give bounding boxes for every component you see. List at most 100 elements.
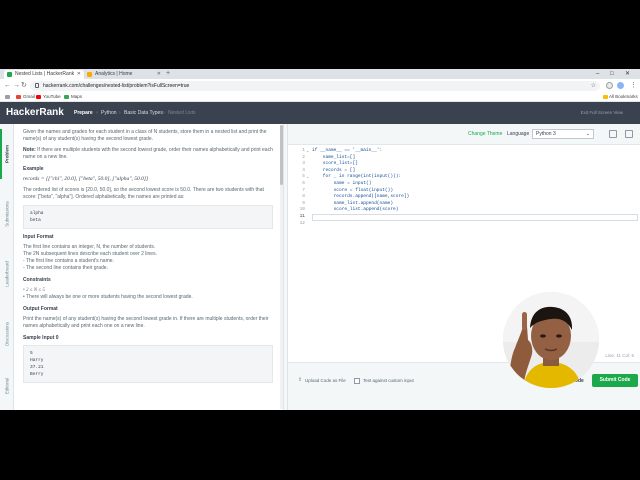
tab-title: Nested Lists | HackerRank xyxy=(15,71,75,77)
code-line[interactable]: if __name__ == '__main__': xyxy=(312,148,382,155)
custom-input-checkbox[interactable] xyxy=(354,378,360,384)
line-number: 10 xyxy=(299,207,305,213)
language-select[interactable]: Python 3 ⌄ xyxy=(532,129,594,139)
rail-tab-editorial[interactable]: Editorial xyxy=(0,356,14,410)
note-text: If there are multiple students with the … xyxy=(23,147,273,160)
fullscreen-icon[interactable] xyxy=(625,130,633,138)
rail-tab-leaderboard[interactable]: Leaderboard xyxy=(0,244,14,304)
code-line: Harry xyxy=(30,358,44,363)
example-heading: Example xyxy=(23,166,44,172)
upload-code-button[interactable]: Upload Code as File xyxy=(298,377,346,383)
code-line: 37.21 xyxy=(30,365,44,370)
bookmarks-bar: Gmail YouTube Maps All Bookmarks xyxy=(0,93,640,102)
folder-icon xyxy=(603,95,608,99)
breadcrumb-basic-data-types[interactable]: Basic Data Types xyxy=(124,102,163,124)
breadcrumb-separator-icon: › xyxy=(163,110,165,116)
hackerrank-logo[interactable]: HackerRank xyxy=(6,107,64,118)
sample-input-block: 5 Harry 37.21 Berry xyxy=(23,345,273,383)
breadcrumb-python[interactable]: Python xyxy=(101,102,117,124)
current-line-highlight xyxy=(312,214,638,221)
example-output-block: alpha beta xyxy=(23,205,273,229)
all-bookmarks-label: All Bookmarks xyxy=(609,94,638,99)
line-number: 6 xyxy=(302,181,305,186)
close-tab-icon[interactable]: ✕ xyxy=(157,70,161,79)
youtube-icon xyxy=(36,95,41,99)
rail-tab-label: Editorial xyxy=(4,377,10,395)
cursor-position-status: Line: 11 Col: 5 xyxy=(605,353,634,358)
constraint-item: • There will always be one or more stude… xyxy=(23,294,193,300)
exit-fullscreen-link[interactable]: Exit Full Screen View xyxy=(581,102,623,124)
all-bookmarks[interactable]: All Bookmarks xyxy=(603,93,638,101)
example-explanation: The ordered list of scores is [20.0, 50.… xyxy=(23,187,264,200)
rail-tab-label: Problem xyxy=(4,144,10,164)
bookmark-maps[interactable]: Maps xyxy=(64,93,82,101)
language-value: Python 3 xyxy=(536,131,556,137)
line-number: 11 xyxy=(299,214,305,219)
code-line[interactable]: records.append([name,score]) xyxy=(312,194,410,201)
bookmark-youtube[interactable]: YouTube xyxy=(36,93,61,101)
gmail-icon xyxy=(16,95,21,99)
maps-icon xyxy=(64,95,69,99)
change-theme-link[interactable]: Change Theme xyxy=(468,124,502,144)
hackerrank-header: HackerRank Prepare › Python › Basic Data… xyxy=(0,102,640,124)
line-number-gutter: 1 ⌄ 2 3 4 5 ⌄ 6 7 8 9 10 11 12 xyxy=(288,145,312,364)
maximize-icon[interactable]: □ xyxy=(610,69,614,79)
bookmark-star-icon[interactable]: ☆ xyxy=(591,81,596,91)
rail-tab-problem[interactable]: Problem xyxy=(0,124,14,184)
custom-input-label: Test against custom input xyxy=(363,378,414,383)
rail-tab-label: Discussions xyxy=(4,321,10,347)
constraint-text: There will always be one or more student… xyxy=(26,294,193,300)
menu-icon[interactable]: ⋮ xyxy=(630,81,637,91)
extensions-icon[interactable] xyxy=(606,82,613,89)
line-number: 8 xyxy=(302,194,305,200)
tab-analytics[interactable]: Analytics | Home ✕ xyxy=(84,70,164,79)
back-icon[interactable]: ← xyxy=(4,81,11,91)
code-line[interactable]: name = input() xyxy=(312,181,372,188)
rail-tab-discussions[interactable]: Discussions xyxy=(0,304,14,364)
forward-icon[interactable]: → xyxy=(13,81,20,91)
code-line[interactable]: score_list=[] xyxy=(312,161,358,168)
rail-tab-submissions[interactable]: Submissions xyxy=(0,184,14,244)
note-label: Note: xyxy=(23,147,36,153)
minimize-icon[interactable]: – xyxy=(596,69,599,79)
editor-settings-icon[interactable] xyxy=(609,130,617,138)
address-bar[interactable]: hackerrank.com/challenges/nested-list/pr… xyxy=(30,81,600,91)
line-number: 3 xyxy=(302,161,305,167)
code-line[interactable]: score_list.append(score) xyxy=(312,207,399,214)
problem-note: Note: If there are multiple students wit… xyxy=(23,147,273,161)
fold-chevron-icon[interactable]: ⌄ xyxy=(306,148,309,155)
input-format-line: The first line contains an integer, N, t… xyxy=(23,244,156,250)
constraint-item: • 2 ≤ N ≤ 5 xyxy=(23,288,45,293)
code-line[interactable]: for _ in range(int(input())): xyxy=(312,174,401,181)
problem-intro: Given the names and grades for each stud… xyxy=(23,129,267,142)
rail-tab-label: Leaderboard xyxy=(4,261,10,287)
constraints-heading: Constraints xyxy=(23,277,51,283)
lock-icon xyxy=(35,83,39,88)
breadcrumb-prepare[interactable]: Prepare xyxy=(74,102,93,124)
language-label: Language xyxy=(507,131,530,137)
bookmark-label: Gmail xyxy=(23,94,35,99)
screen: Nested Lists | HackerRank ✕ Analytics | … xyxy=(0,0,640,480)
new-tab-icon[interactable]: + xyxy=(166,69,170,79)
constraint-text: 2 ≤ N ≤ 5 xyxy=(26,288,45,293)
fold-chevron-icon[interactable]: ⌄ xyxy=(306,174,309,181)
code-line: beta xyxy=(30,218,41,223)
tab-nested-lists[interactable]: Nested Lists | HackerRank ✕ xyxy=(4,70,84,79)
input-format-heading: Input Format xyxy=(23,234,54,240)
analytics-favicon-icon xyxy=(87,72,92,77)
breadcrumb-nested-lists: Nested Lists xyxy=(168,110,196,116)
url-text: hackerrank.com/challenges/nested-list/pr… xyxy=(43,83,190,89)
close-window-icon[interactable]: ✕ xyxy=(625,69,630,79)
input-format-line: - The second line contains their grade. xyxy=(23,265,108,271)
close-tab-icon[interactable]: ✕ xyxy=(77,70,81,79)
submit-code-button[interactable]: Submit Code xyxy=(592,374,638,387)
presenter-webcam-image xyxy=(503,292,599,388)
webcam-overlay xyxy=(503,292,599,388)
bookmark-gmail[interactable]: Gmail xyxy=(16,93,35,101)
reload-icon[interactable]: ↻ xyxy=(21,81,27,91)
profile-avatar-icon[interactable] xyxy=(617,82,624,89)
input-format-line: The 2N subsequent lines describe each st… xyxy=(23,251,157,257)
breadcrumb-separator-icon: › xyxy=(96,110,98,116)
problem-statement: Given the names and grades for each stud… xyxy=(14,124,282,410)
breadcrumb-separator-icon: › xyxy=(119,110,121,116)
